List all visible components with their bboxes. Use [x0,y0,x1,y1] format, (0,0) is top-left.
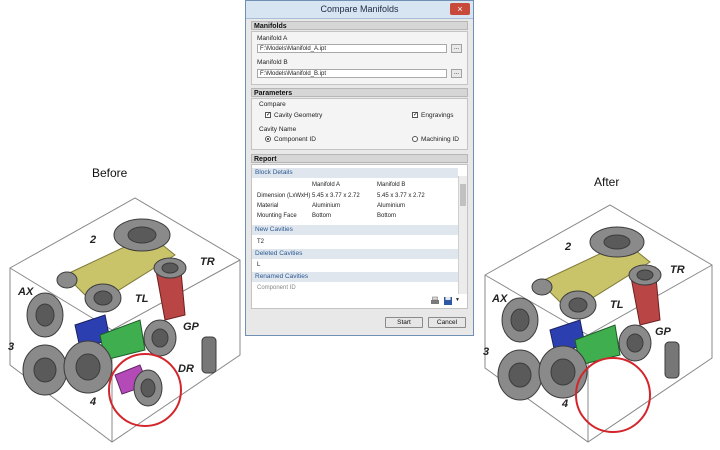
after-port-label: GP [655,326,672,338]
save-icon[interactable] [443,296,453,306]
after-port-label: 4 [561,398,568,410]
title-bar: Compare Manifolds × [246,1,473,19]
compare-label: Compare [259,101,286,108]
cavity-geometry-checkbox[interactable]: ✓ [265,112,271,118]
before-port-label: 4 [89,396,96,408]
engravings-label: Engravings [421,112,454,119]
report-row-label: Mounting Face [257,213,297,219]
report-row-label: Material [257,203,279,209]
report-scrollbar[interactable] [458,176,467,294]
new-cavity-item: T2 [257,239,265,245]
component-id-radio[interactable] [265,136,271,142]
before-port-label: GP [183,321,200,333]
manifold-a-browse-button[interactable]: ... [451,44,462,53]
before-port-label: TR [200,256,215,268]
cavity-name-label: Cavity Name [259,126,297,133]
after-manifold-view: 2 TR AX TL 3 GP 4 [483,204,713,443]
report-row-value-a: 5.45 x 3.77 x 2.72 [312,193,360,199]
before-port-label: AX [17,286,34,298]
after-port-label: AX [491,293,508,305]
after-highlight-circle [575,357,651,433]
cavity-geometry-label: Cavity Geometry [274,112,323,119]
manifolds-section: Manifold A F:\Models\Manifold_A.ipt ... … [251,31,468,85]
report-column-header: Manifold A [312,182,341,188]
machining-id-radio[interactable] [412,136,418,142]
report-row-value-a: Bottom [312,213,332,219]
report-column-header: Manifold B [377,182,406,188]
report-row-value-a: Aluminium [312,203,341,209]
manifold-b-label: Manifold B [257,59,288,66]
before-manifold-view: 2 TR AX TL 3 GP DR 4 [8,197,241,443]
scrollbar-thumb[interactable] [460,184,466,206]
cancel-button[interactable]: Cancel [428,317,466,328]
before-port-label: DR [178,363,194,375]
new-cavities-group[interactable]: New Cavities [252,225,458,235]
manifold-a-label: Manifold A [257,35,288,42]
block-details-group[interactable]: Block Details [252,168,458,178]
before-port-label: TL [135,293,149,305]
manifold-a-path-input[interactable]: F:\Models\Manifold_A.ipt [257,44,447,53]
start-button[interactable]: Start [385,317,423,328]
print-icon[interactable] [430,296,440,306]
dialog-title: Compare Manifolds [320,4,399,14]
deleted-cavity-item: L [257,262,261,268]
report-panel[interactable]: Block Details Manifold A Manifold B Dime… [251,164,468,309]
parameters-section: Compare ✓ Cavity Geometry ✓ Engravings C… [251,98,468,150]
close-button[interactable]: × [450,3,470,15]
report-row-value-b: 5.45 x 3.77 x 2.72 [377,193,425,199]
manifolds-section-header: Manifolds [251,21,468,30]
before-caption: Before [92,166,128,180]
after-port-label: TR [670,264,685,276]
before-port-label: 3 [8,341,14,353]
engravings-checkbox[interactable]: ✓ [412,112,418,118]
component-id-label: Component ID [274,136,316,143]
report-row-value-b: Bottom [377,213,397,219]
report-row-value-b: Aluminium [377,203,406,209]
after-port-label: 3 [483,346,489,358]
save-dropdown-icon[interactable]: ▼ [455,297,460,303]
after-caption: After [594,175,620,189]
machining-id-label: Machining ID [421,136,459,143]
manifold-b-browse-button[interactable]: ... [451,69,462,78]
deleted-cavities-group[interactable]: Deleted Cavities [252,249,458,259]
renamed-cavity-item: Component ID [257,285,296,291]
after-port-label: TL [610,299,624,311]
before-port-label: 2 [89,234,96,246]
parameters-section-header: Parameters [251,88,468,97]
renamed-cavities-group[interactable]: Renamed Cavities [252,272,458,282]
report-row-label: Dimension (LxWxH) [257,193,311,199]
report-section-header: Report [251,154,468,163]
compare-manifolds-dialog: Compare Manifolds × Manifolds Manifold A… [245,0,474,336]
after-port-label: 2 [564,241,571,253]
manifold-b-path-input[interactable]: F:\Models\Manifold_B.ipt [257,69,447,78]
